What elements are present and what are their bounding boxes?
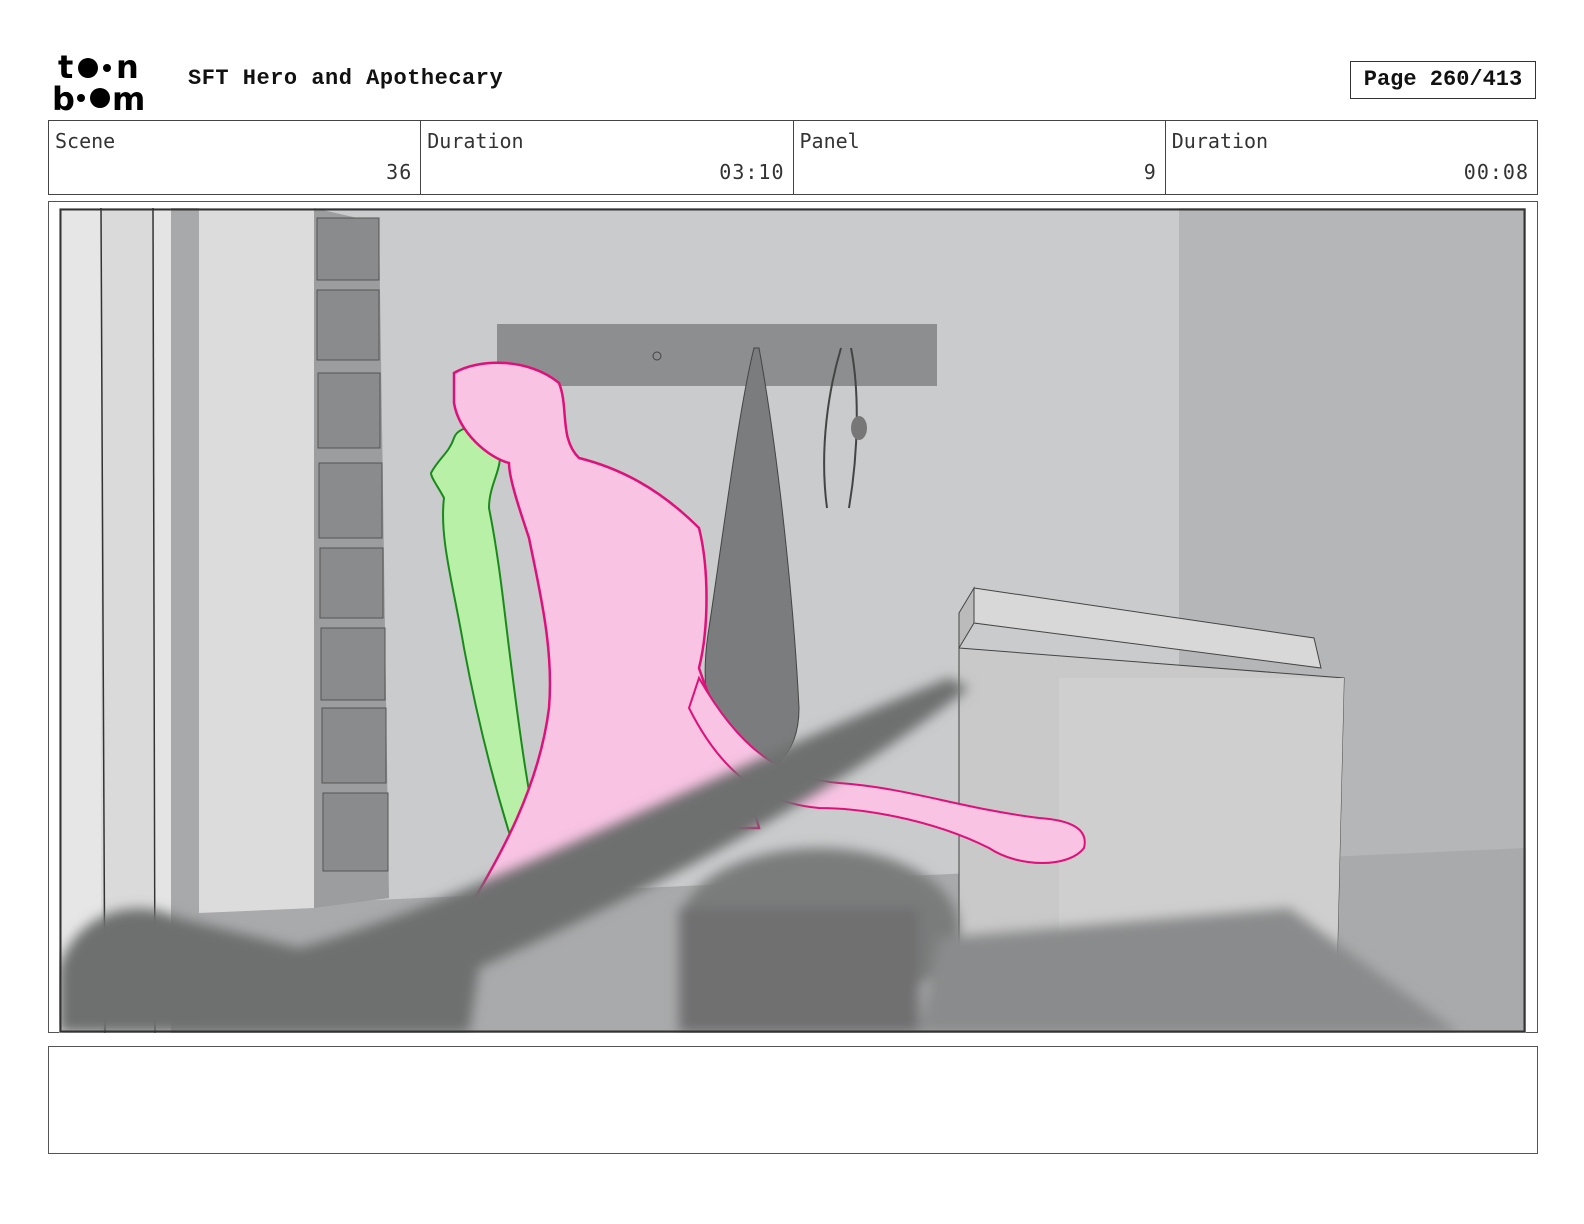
scene-duration-cell: Duration 03:10 [421, 121, 794, 194]
panel-duration-value: 00:08 [1463, 160, 1529, 184]
panel-cell: Panel 9 [794, 121, 1166, 194]
page-number: Page 260/413 [1350, 61, 1536, 99]
project-title: SFT Hero and Apothecary [188, 66, 504, 91]
svg-text:m: m [112, 80, 145, 114]
scene-value: 36 [386, 160, 413, 184]
scene-label: Scene [55, 129, 116, 153]
scene-info-table: Scene 36 Duration 03:10 Panel 9 Duration… [48, 120, 1538, 195]
storyboard-panel-image [59, 208, 1526, 1033]
scene-duration-label: Duration [427, 129, 524, 153]
panel-duration-label: Duration [1171, 129, 1269, 153]
panel-duration-cell: Duration 00:08 [1166, 121, 1537, 194]
scene-cell: Scene 36 [49, 121, 422, 194]
panel-notes[interactable] [48, 1046, 1538, 1154]
panel-value: 9 [1143, 160, 1157, 184]
svg-text:b: b [52, 80, 75, 114]
scene-duration-value: 03:10 [719, 160, 785, 184]
panel-label: Panel [799, 129, 860, 153]
toon-boom-logo: t n b m [52, 50, 145, 114]
